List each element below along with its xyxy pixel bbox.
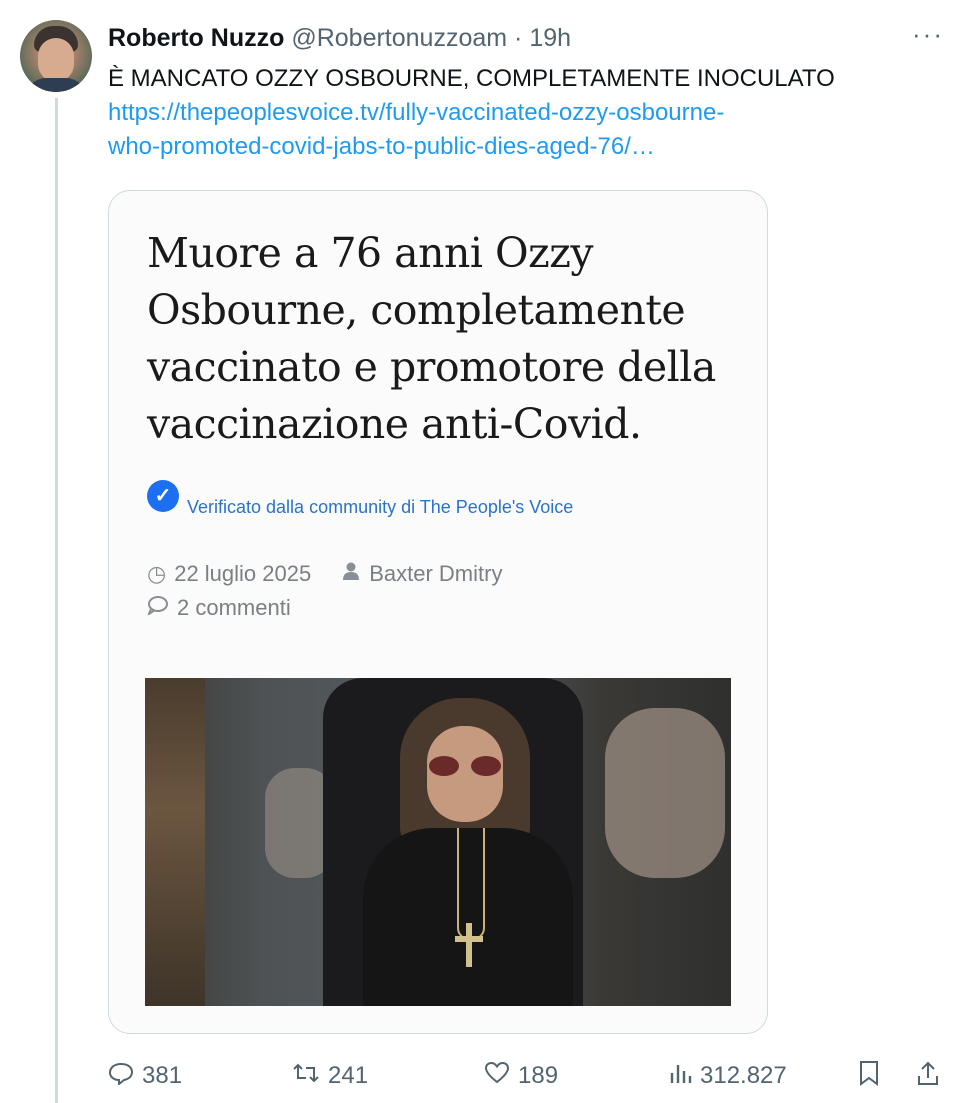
comment-icon xyxy=(146,595,169,621)
retweet-icon xyxy=(292,1061,320,1092)
like-button[interactable]: 189 xyxy=(484,1058,558,1094)
avatar-face xyxy=(38,38,74,82)
tweet-header: Roberto Nuzzo @Robertonuzzoam · 19h xyxy=(108,22,571,54)
share-button[interactable] xyxy=(916,1058,948,1094)
article-author: Baxter Dmitry xyxy=(369,561,503,586)
article-date: 22 luglio 2025 xyxy=(174,561,312,586)
article-headline: Muore a 76 anni Ozzy Osbourne, completam… xyxy=(147,229,716,448)
bookmark-icon xyxy=(858,1060,880,1093)
reply-count: 381 xyxy=(142,1062,183,1089)
author-handle[interactable]: @Robertonuzzoam xyxy=(291,24,507,52)
article-meta: ◷ 22 luglio 2025 Baxter Dmitry 2 comment… xyxy=(146,557,503,625)
tweet-link-line1[interactable]: https://thepeoplesvoice.tv/fully-vaccina… xyxy=(108,96,908,130)
retweet-count: 241 xyxy=(328,1062,369,1089)
views-icon xyxy=(668,1061,692,1092)
views-count: 312.827 xyxy=(700,1062,787,1089)
clock-icon: ◷ xyxy=(147,561,167,586)
author-name[interactable]: Roberto Nuzzo xyxy=(108,24,284,52)
article-comments: 2 commenti xyxy=(177,595,291,620)
tweet-link[interactable]: https://thepeoplesvoice.tv/fully-vaccina… xyxy=(108,96,908,164)
retweet-button[interactable]: 241 xyxy=(292,1058,368,1094)
person-icon xyxy=(341,561,361,587)
verified-text: Verificato dalla community di The People… xyxy=(187,497,574,517)
tweet-actions: 381 241 189 312.827 xyxy=(108,1058,948,1094)
reply-icon xyxy=(108,1061,134,1092)
community-verified: ✓ Verificato dalla community di The Peop… xyxy=(147,473,573,518)
bookmark-button[interactable] xyxy=(858,1058,888,1094)
more-icon[interactable]: ··· xyxy=(912,21,944,47)
tweet-time[interactable]: 19h xyxy=(529,24,571,52)
thread-line xyxy=(55,98,58,1103)
share-icon xyxy=(916,1060,940,1093)
views-button[interactable]: 312.827 xyxy=(668,1058,787,1094)
like-count: 189 xyxy=(518,1062,559,1089)
separator-dot: · xyxy=(514,24,523,52)
avatar-shirt xyxy=(26,78,86,92)
like-icon xyxy=(484,1061,510,1092)
tweet-link-line2[interactable]: who-promoted-covid-jabs-to-public-dies-a… xyxy=(108,130,908,164)
article-photo xyxy=(145,678,731,1006)
avatar[interactable] xyxy=(20,20,92,92)
tweet-text: È MANCATO OZZY OSBOURNE, COMPLETAMENTE I… xyxy=(108,65,835,92)
link-preview-card[interactable]: Muore a 76 anni Ozzy Osbourne, completam… xyxy=(108,190,768,1034)
reply-button[interactable]: 381 xyxy=(108,1058,182,1094)
verified-check-icon: ✓ xyxy=(147,479,179,512)
